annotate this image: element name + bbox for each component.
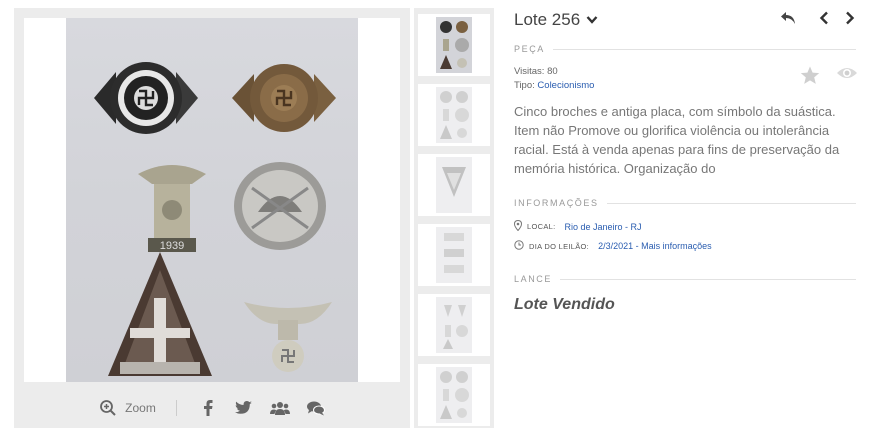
reply-arrow-icon[interactable] — [778, 8, 798, 28]
section-info-label: INFORMAÇÕES — [514, 198, 599, 208]
section-piece: PEÇA — [514, 44, 856, 54]
zoom-button[interactable]: Zoom — [97, 397, 156, 419]
zoom-label: Zoom — [125, 401, 156, 415]
image-toolbar: Zoom — [14, 388, 410, 428]
date-label: DIA DO LEILÃO: — [529, 241, 590, 251]
star-icon[interactable] — [800, 66, 820, 90]
thumbnail-1[interactable] — [418, 14, 490, 76]
svg-text:1939: 1939 — [160, 240, 184, 252]
thumbnail-5[interactable] — [418, 294, 490, 356]
visits-row: Visitas: 80 — [514, 66, 558, 77]
clock-icon — [514, 240, 524, 252]
thumbnail-4[interactable] — [418, 224, 490, 286]
section-bid-label: LANCE — [514, 274, 553, 284]
image-viewer: 1939 Zoom — [14, 8, 410, 428]
lot-navigation — [778, 8, 860, 28]
type-row: Tipo: Colecionismo — [514, 80, 594, 91]
chat-icon[interactable] — [305, 397, 327, 419]
eye-icon[interactable] — [836, 66, 858, 90]
lot-title: Lote 256 — [514, 10, 581, 29]
zoom-in-icon — [97, 397, 119, 419]
lot-description: Cinco broches e antiga placa, com símbol… — [514, 104, 840, 176]
chevron-right-icon[interactable] — [840, 8, 860, 28]
visits-value: 80 — [547, 66, 558, 77]
section-divider — [606, 202, 856, 204]
main-image-frame[interactable]: 1939 — [24, 18, 400, 382]
toolbar-divider — [175, 400, 177, 416]
date-link[interactable]: 2/3/2021 - Mais informações — [598, 241, 712, 251]
chevron-down-icon — [586, 10, 598, 30]
thumbnail-2[interactable] — [418, 84, 490, 146]
section-piece-label: PEÇA — [514, 44, 545, 54]
local-label: LOCAL: — [527, 222, 556, 231]
lot-selector[interactable]: Lote 256 — [514, 10, 598, 30]
thumbnail-strip — [414, 8, 494, 428]
visits-label: Visitas: — [514, 66, 545, 77]
type-link[interactable]: Colecionismo — [537, 80, 594, 91]
facebook-icon[interactable] — [197, 397, 219, 419]
section-bid: LANCE — [514, 274, 856, 284]
lot-photo-drawing: 1939 — [94, 62, 336, 376]
piece-actions — [800, 66, 858, 90]
type-label: Tipo: — [514, 80, 535, 91]
section-info: INFORMAÇÕES — [514, 198, 856, 208]
section-divider — [552, 48, 856, 50]
local-row: LOCAL: Rio de Janeiro - RJ — [513, 219, 642, 233]
location-pin-icon — [513, 219, 523, 233]
section-divider — [560, 278, 856, 280]
twitter-icon[interactable] — [233, 397, 255, 419]
thumbnail-3[interactable] — [418, 154, 490, 216]
lot-photo[interactable]: 1939 — [66, 18, 358, 382]
lot-page: 1939 Zoom Lote 256 PEÇA Visitas: 80 Tipo… — [0, 0, 890, 440]
local-link[interactable]: Rio de Janeiro - RJ — [564, 222, 641, 232]
chevron-left-icon[interactable] — [814, 8, 834, 28]
date-row: DIA DO LEILÃO: 2/3/2021 - Mais informaçõ… — [514, 240, 712, 252]
group-icon[interactable] — [269, 397, 291, 419]
sold-status: Lote Vendido — [514, 296, 615, 313]
thumbnail-6[interactable] — [418, 364, 490, 426]
